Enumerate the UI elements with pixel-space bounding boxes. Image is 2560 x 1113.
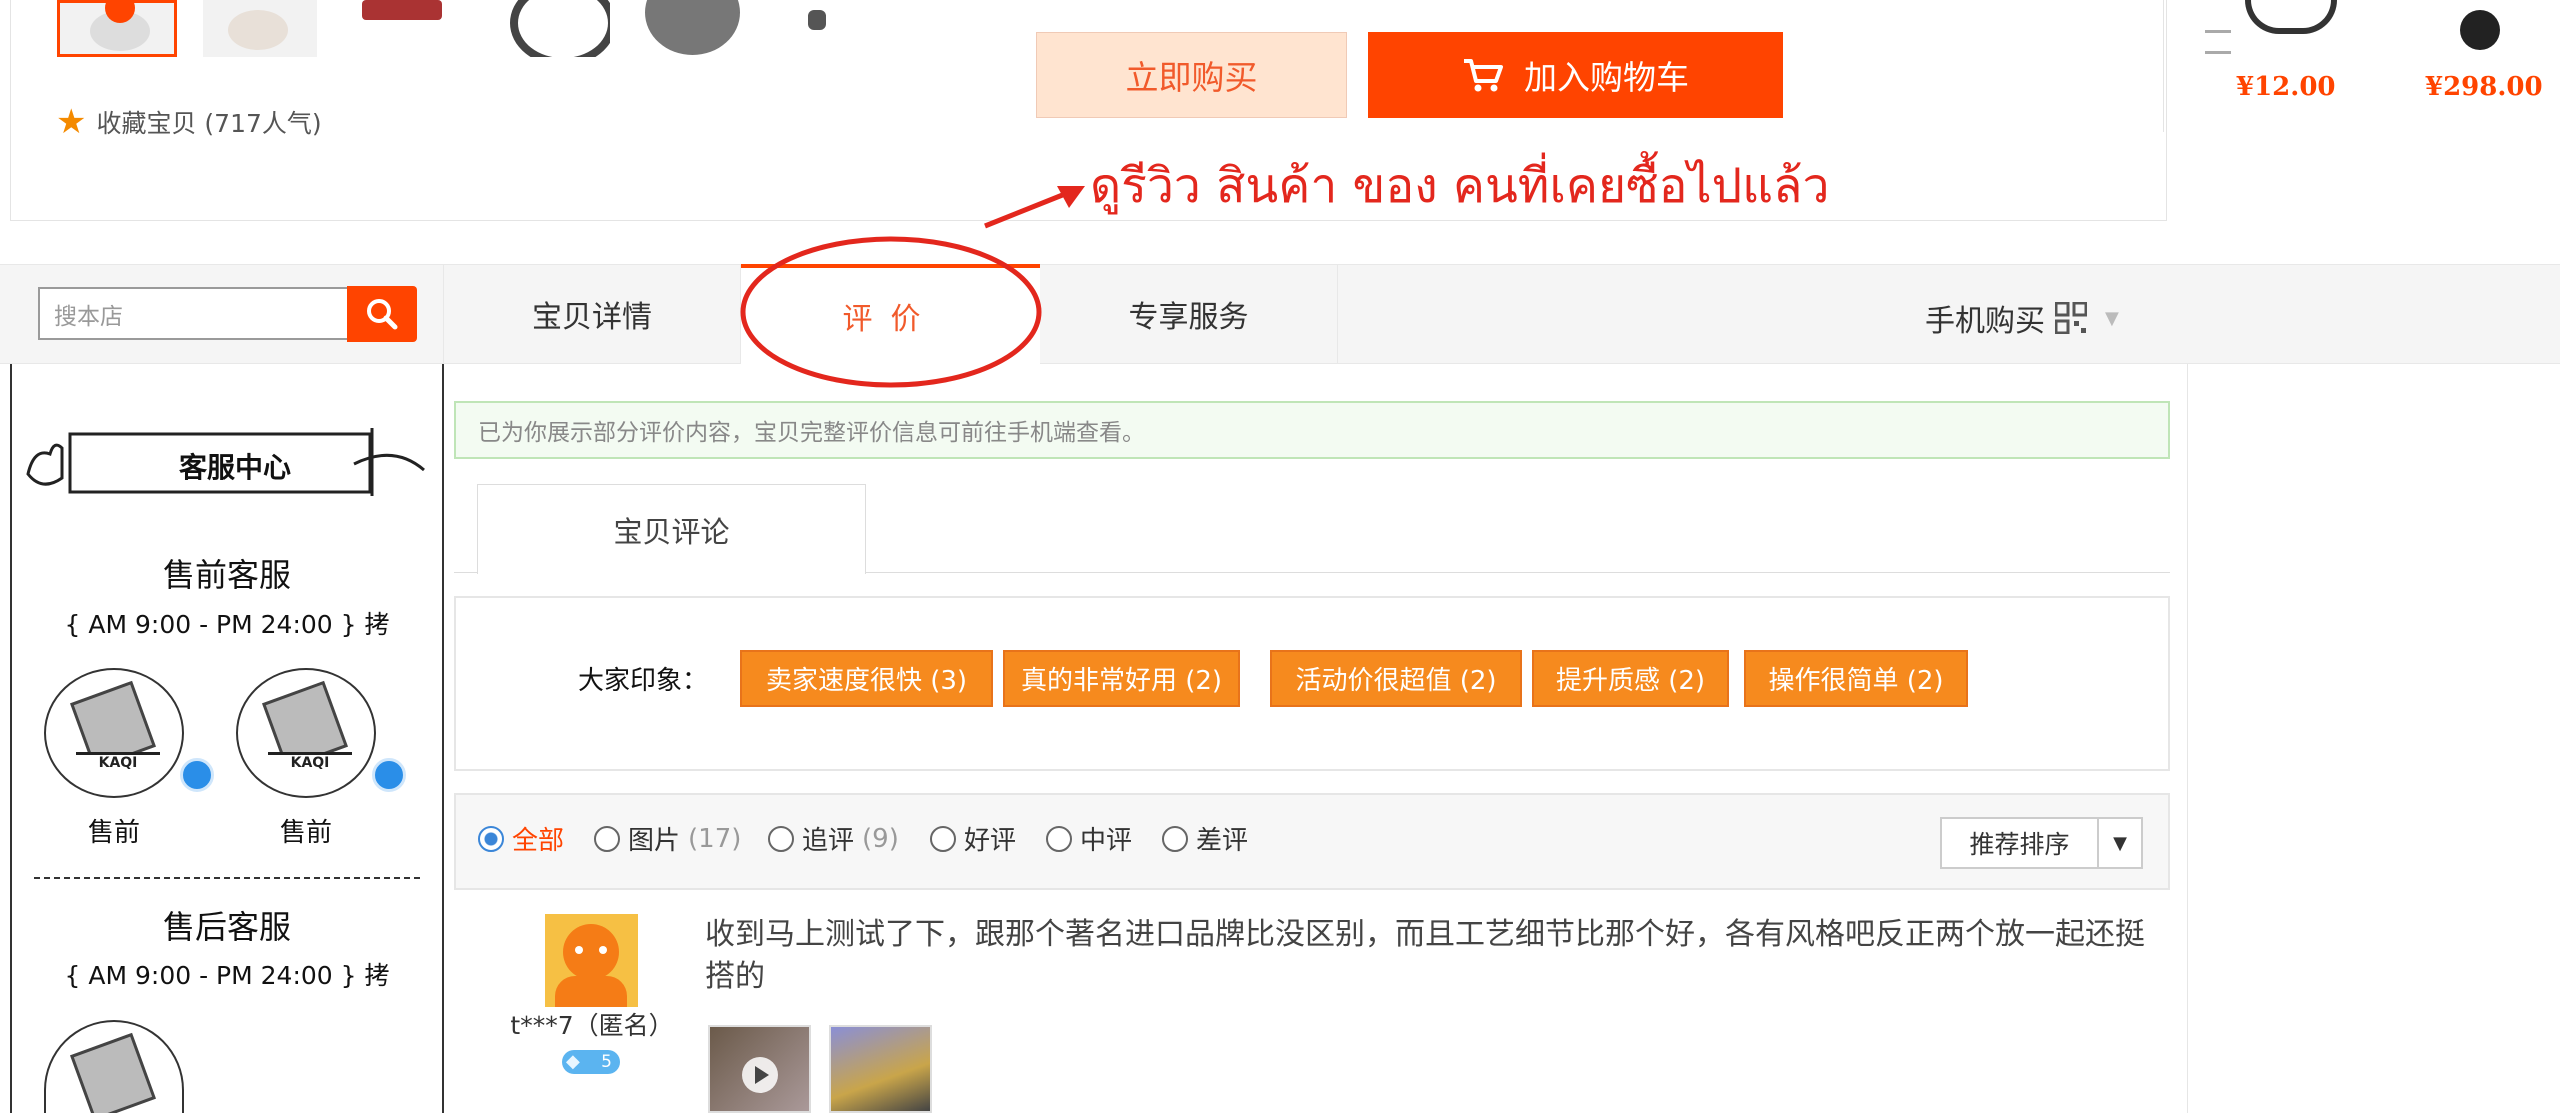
impression-tag[interactable]: 真的非常好用 (2) xyxy=(1003,650,1240,707)
cs-center-title: 客服中心 xyxy=(178,451,291,484)
annotation-circle-icon xyxy=(740,236,1042,388)
tab-product-reviews[interactable]: 宝贝评论 xyxy=(477,484,866,574)
divider xyxy=(454,572,477,573)
radio-icon[interactable] xyxy=(1046,825,1072,852)
filter-positive[interactable]: 好评 xyxy=(930,820,1016,857)
presale-hours: { AM 9:00 - PM 24:00 } 拷 xyxy=(64,610,390,639)
cart-icon xyxy=(1464,59,1503,92)
filter-label: 好评 xyxy=(964,826,1017,856)
aftersale-title: 售后客服 xyxy=(162,908,291,946)
presale-title: 售前客服 xyxy=(162,556,291,594)
product-thumbnail[interactable] xyxy=(352,0,452,57)
wangwang-chat-icon[interactable] xyxy=(180,758,214,792)
radio-icon[interactable] xyxy=(1162,825,1188,852)
recommended-item-image[interactable] xyxy=(2450,0,2510,52)
mobile-buy-label: 手机购买 xyxy=(1925,304,2045,339)
impression-tag[interactable]: 提升质感 (2) xyxy=(1532,650,1729,707)
mobile-buy-link[interactable]: 手机购买 ▼ xyxy=(1925,296,2119,340)
product-thumbnail[interactable] xyxy=(800,0,860,57)
product-thumbnail[interactable] xyxy=(640,0,745,57)
filter-count: (17) xyxy=(688,823,742,854)
radio-icon[interactable] xyxy=(594,825,620,852)
filter-images[interactable]: 图片 (17) xyxy=(594,820,741,857)
buy-now-label: 立即购买 xyxy=(1125,58,1258,97)
tab-label: 专享服务 xyxy=(1128,300,1249,335)
filter-label: 中评 xyxy=(1080,826,1133,856)
agent-label: 售前 xyxy=(87,818,140,848)
wangwang-chat-icon[interactable] xyxy=(372,758,406,792)
filter-label: 追评 xyxy=(802,826,855,856)
annotation-note: ดูรีวิว สินค้า ของ คนที่เคยซื้อไปแล้ว xyxy=(1090,158,1830,214)
reviewer-name: t***7（匿名） xyxy=(510,1011,674,1040)
tab-label: 宝贝评论 xyxy=(613,514,730,549)
chevron-down-icon: ▼ xyxy=(2105,307,2119,329)
search-placeholder: 搜本店 xyxy=(54,303,123,330)
agent-avatar[interactable]: KAQI xyxy=(44,668,184,798)
filter-label: 差评 xyxy=(1196,826,1249,856)
agent-avatar[interactable]: KAQI xyxy=(236,668,376,798)
radio-icon[interactable] xyxy=(478,825,504,852)
star-icon: ★ xyxy=(56,102,87,142)
filter-label: 图片 xyxy=(628,826,681,856)
filter-followup[interactable]: 追评 (9) xyxy=(768,820,899,857)
divider xyxy=(866,572,2170,573)
add-to-cart-button[interactable]: 加入购物车 xyxy=(1368,32,1783,118)
review-text: 收到马上测试了下，跟那个著名进口品牌比没区别，而且工艺细节比那个好，各有风格吧反… xyxy=(705,917,2145,994)
aftersale-hours: { AM 9:00 - PM 24:00 } 拷 xyxy=(64,961,390,990)
filter-label: 全部 xyxy=(512,826,565,856)
review-photo[interactable] xyxy=(708,1025,811,1113)
product-thumbnail[interactable] xyxy=(500,0,610,57)
sort-label: 推荐排序 xyxy=(1942,819,2099,867)
filter-neutral[interactable]: 中评 xyxy=(1046,820,1132,857)
recommended-price: ¥298.00 xyxy=(2425,72,2543,102)
tab-label: 宝贝详情 xyxy=(532,300,652,335)
agent-label: 售前 xyxy=(279,818,332,848)
recommended-price: ¥12.00 xyxy=(2236,72,2336,102)
buy-now-button[interactable]: 立即购买 xyxy=(1036,32,1347,118)
favorite-item[interactable]: ★ 收藏宝贝 (717人气) xyxy=(56,104,322,140)
diamond-icon: ◆ xyxy=(566,1051,580,1072)
impression-tag[interactable]: 活动价很超值 (2) xyxy=(1270,650,1522,707)
qr-code-icon xyxy=(2055,302,2087,334)
vip-level-badge: ◆ 5 xyxy=(562,1050,620,1074)
chevron-down-icon[interactable]: ▼ xyxy=(2099,819,2141,867)
sort-dropdown[interactable]: 推荐排序 ▼ xyxy=(1940,817,2143,869)
tab-exclusive-service[interactable]: 专享服务 xyxy=(1040,264,1338,364)
search-icon xyxy=(367,299,398,330)
annotation-arrow-icon xyxy=(984,186,1085,229)
filter-negative[interactable]: 差评 xyxy=(1162,820,1248,857)
product-thumbnail[interactable] xyxy=(203,0,317,57)
reviewer-avatar xyxy=(545,914,638,1007)
review-notice: 已为你展示部分评价内容，宝贝完整评价信息可前往手机端查看。 xyxy=(454,401,2170,459)
add-to-cart-label: 加入购物车 xyxy=(1524,58,1689,97)
impression-tag[interactable]: 操作很简单 (2) xyxy=(1744,650,1968,707)
impression-label: 大家印象： xyxy=(578,666,709,696)
favorite-label: 收藏宝贝 (717人气) xyxy=(96,109,322,138)
filter-all[interactable]: 全部 xyxy=(478,820,564,857)
radio-icon[interactable] xyxy=(930,825,956,852)
filter-count: (9) xyxy=(862,823,899,854)
vip-level: 5 xyxy=(601,1052,612,1072)
product-thumbnail[interactable] xyxy=(57,0,177,57)
notice-text: 已为你展示部分评价内容，宝贝完整评价信息可前往手机端查看。 xyxy=(478,420,1145,446)
divider xyxy=(2187,364,2188,1113)
review-photo[interactable] xyxy=(829,1025,932,1113)
search-button[interactable] xyxy=(347,286,417,342)
impression-tag[interactable]: 卖家速度很快 (3) xyxy=(740,650,993,707)
recommended-item-image[interactable] xyxy=(2205,0,2340,54)
tab-product-details[interactable]: 宝贝详情 xyxy=(443,264,741,364)
shop-search-input[interactable]: 搜本店 xyxy=(38,287,349,340)
radio-icon[interactable] xyxy=(768,825,794,852)
divider xyxy=(34,877,420,879)
